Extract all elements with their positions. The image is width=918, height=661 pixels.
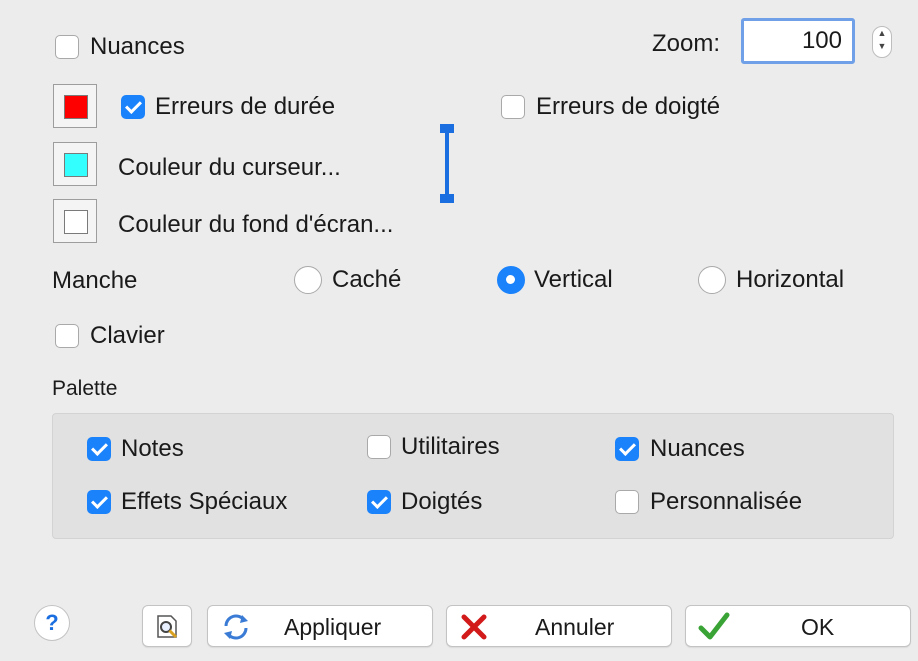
fingering-errors-label: Erreurs de doigté — [536, 93, 721, 120]
cancel-x-icon — [461, 614, 487, 640]
palette-utilities-checkbox[interactable] — [367, 435, 391, 459]
cancel-button-label: Annuler — [535, 614, 615, 640]
nuances-checkbox[interactable] — [55, 35, 79, 59]
color-swatch-fill — [64, 153, 88, 177]
neck-radio-hidden[interactable] — [294, 266, 322, 294]
zoom-input[interactable] — [741, 18, 855, 64]
duration-error-color-swatch[interactable] — [53, 84, 97, 128]
palette-nuances-label: Nuances — [650, 435, 745, 462]
cursor-color-button[interactable]: Couleur du curseur... — [118, 154, 341, 182]
neck-label: Manche — [52, 267, 138, 294]
chevron-down-icon[interactable]: ▼ — [873, 40, 891, 53]
neck-radio-vertical[interactable] — [497, 266, 525, 294]
nuances-label: Nuances — [90, 33, 185, 60]
cancel-button[interactable]: Annuler — [446, 605, 672, 647]
zoom-stepper[interactable]: ▲ ▼ — [872, 26, 892, 58]
keyboard-checkbox[interactable] — [55, 324, 79, 348]
apply-refresh-icon — [224, 614, 248, 640]
palette-special-effects-label: Effets Spéciaux — [121, 488, 288, 515]
help-button[interactable]: ? — [34, 605, 70, 641]
ok-checkmark-icon — [698, 612, 730, 640]
palette-nuances-checkbox[interactable] — [615, 437, 639, 461]
keyboard-label: Clavier — [90, 322, 165, 349]
palette-fingerings-label: Doigtés — [401, 488, 483, 515]
palette-notes-checkbox[interactable] — [87, 437, 111, 461]
palette-notes-label: Notes — [121, 435, 184, 462]
preview-icon — [157, 615, 178, 639]
neck-radio-horizontal-label: Horizontal — [736, 266, 845, 293]
color-swatch-fill — [64, 95, 88, 119]
zoom-label: Zoom: — [652, 30, 721, 57]
palette-custom-checkbox[interactable] — [615, 490, 639, 514]
duration-errors-label: Erreurs de durée — [155, 93, 336, 120]
palette-heading: Palette — [52, 377, 118, 400]
palette-special-effects-checkbox[interactable] — [87, 490, 111, 514]
background-color-swatch[interactable] — [53, 199, 97, 243]
background-color-button[interactable]: Couleur du fond d'écran... — [118, 211, 393, 239]
palette-fingerings-checkbox[interactable] — [367, 490, 391, 514]
palette-utilities-label: Utilitaires — [401, 433, 500, 460]
ok-button[interactable]: OK — [685, 605, 911, 647]
ok-button-label: OK — [801, 614, 835, 640]
neck-radio-hidden-label: Caché — [332, 266, 402, 293]
fingering-errors-checkbox[interactable] — [501, 95, 525, 119]
apply-button[interactable]: Appliquer — [207, 605, 433, 647]
palette-custom-label: Personnalisée — [650, 488, 803, 515]
chevron-up-icon[interactable]: ▲ — [873, 27, 891, 40]
neck-radio-vertical-label: Vertical — [534, 266, 613, 293]
cursor-color-swatch[interactable] — [53, 142, 97, 186]
neck-radio-horizontal[interactable] — [698, 266, 726, 294]
color-swatch-fill — [64, 210, 88, 234]
apply-button-label: Appliquer — [284, 614, 382, 640]
duration-errors-checkbox[interactable] — [121, 95, 145, 119]
cursor-preview-icon — [437, 124, 457, 204]
palette-group — [52, 413, 894, 539]
preview-button[interactable] — [142, 605, 192, 647]
